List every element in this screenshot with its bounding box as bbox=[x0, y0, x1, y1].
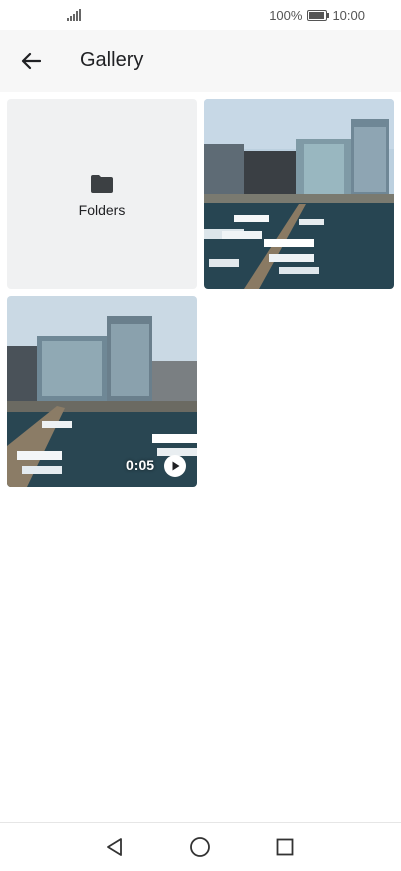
back-button[interactable] bbox=[12, 43, 50, 79]
battery-icon bbox=[307, 10, 330, 21]
nav-home-button[interactable] bbox=[187, 834, 213, 860]
folders-tile[interactable] bbox=[7, 99, 197, 289]
marina-photo bbox=[204, 99, 394, 289]
status-right: 100% 10:00 bbox=[269, 8, 365, 23]
folder-icon bbox=[91, 175, 113, 193]
video-duration: 0:05 bbox=[126, 457, 155, 473]
signal-icon bbox=[67, 9, 81, 21]
clock: 10:00 bbox=[332, 8, 365, 23]
recents-square-icon bbox=[276, 838, 294, 856]
play-icon bbox=[164, 455, 186, 477]
battery-percent: 100% bbox=[269, 8, 303, 23]
back-triangle-icon bbox=[107, 838, 122, 856]
page-title: Gallery bbox=[80, 49, 144, 71]
nav-recents-button[interactable] bbox=[272, 834, 298, 860]
app-bar: Gallery bbox=[0, 30, 401, 92]
status-bar: 100% 10:00 bbox=[0, 0, 401, 30]
home-circle-icon bbox=[190, 837, 210, 857]
nav-back-button[interactable] bbox=[101, 834, 127, 860]
system-nav-bar bbox=[0, 822, 401, 871]
arrow-back-icon bbox=[21, 52, 41, 70]
photo-thumbnail[interactable] bbox=[204, 99, 394, 289]
folders-label: Folders bbox=[78, 202, 126, 218]
